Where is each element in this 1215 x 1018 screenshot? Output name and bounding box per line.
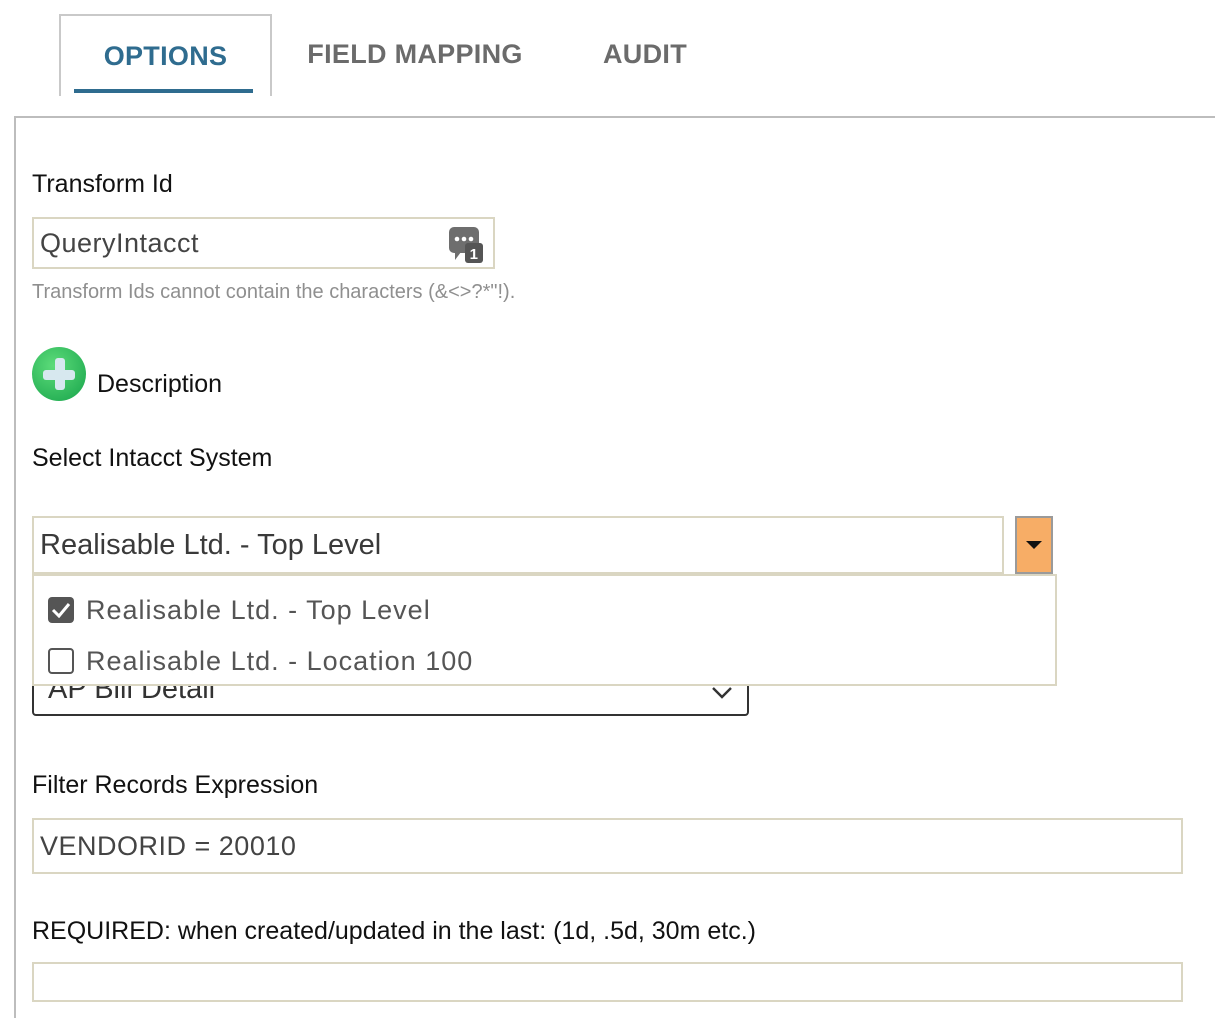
transform-id-label: Transform Id xyxy=(32,170,173,198)
dropdown-option-label: Realisable Ltd. - Top Level xyxy=(86,594,431,625)
tab-options[interactable]: OPTIONS xyxy=(59,14,272,96)
tab-options-label: OPTIONS xyxy=(103,40,228,71)
add-description-icon[interactable] xyxy=(32,347,86,401)
intacct-system-dropdown: Realisable Ltd. - Top Level Realisable L… xyxy=(32,574,1057,686)
checkbox-checked-icon[interactable] xyxy=(48,597,74,623)
tab-field-mapping-label: FIELD MAPPING xyxy=(307,38,523,69)
transform-id-input[interactable]: QueryIntacct 1 xyxy=(32,217,495,269)
filter-label: Filter Records Expression xyxy=(32,771,319,799)
dropdown-option-location-100[interactable]: Realisable Ltd. - Location 100 xyxy=(48,641,473,681)
tab-audit[interactable]: AUDIT xyxy=(580,14,710,94)
chevron-down-icon xyxy=(712,687,732,699)
dropdown-toggle-button[interactable] xyxy=(1015,516,1053,574)
transform-id-hint: Transform Ids cannot contain the charact… xyxy=(32,281,516,303)
caret-down-icon xyxy=(1026,541,1042,549)
dropdown-option-top-level[interactable]: Realisable Ltd. - Top Level xyxy=(48,590,431,630)
filter-input[interactable]: VENDORID = 20010 xyxy=(32,818,1183,874)
intacct-system-select[interactable]: Realisable Ltd. - Top Level xyxy=(32,516,1004,574)
description-label: Description xyxy=(97,370,223,398)
intacct-system-label: Select Intacct System xyxy=(32,444,273,472)
required-label: REQUIRED: when created/updated in the la… xyxy=(32,917,756,945)
checkbox-unchecked-icon[interactable] xyxy=(48,648,74,674)
active-tab-indicator xyxy=(74,89,253,93)
transform-id-value: QueryIntacct xyxy=(40,227,200,258)
dropdown-option-label: Realisable Ltd. - Location 100 xyxy=(86,645,474,676)
intacct-system-selected-value: Realisable Ltd. - Top Level xyxy=(40,528,382,561)
sequence-number-icon[interactable]: 1 xyxy=(447,225,485,272)
timespan-input[interactable] xyxy=(32,962,1183,1002)
tab-field-mapping[interactable]: FIELD MAPPING xyxy=(290,14,540,94)
tab-audit-label: AUDIT xyxy=(603,38,687,69)
svg-text:1: 1 xyxy=(470,246,479,263)
filter-value: VENDORID = 20010 xyxy=(40,830,297,861)
